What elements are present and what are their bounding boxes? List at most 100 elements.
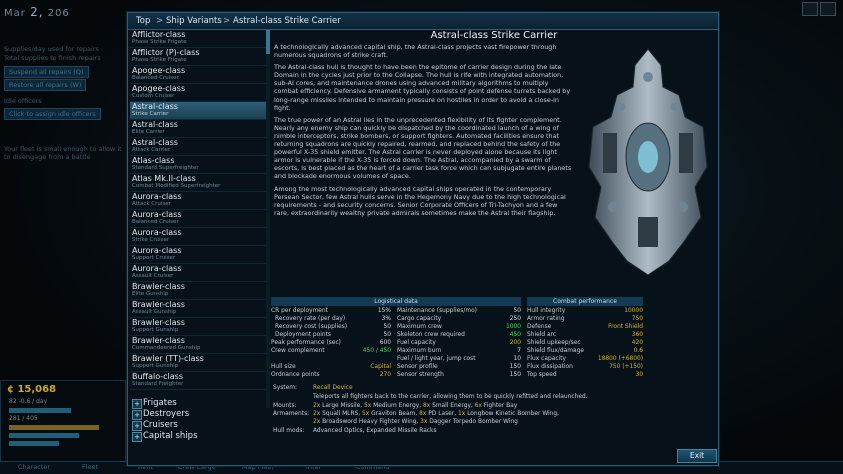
tab-fleet[interactable]: Fleet [82, 463, 98, 471]
list-item[interactable]: Brawler (TT)-class Support Gunship [130, 354, 266, 372]
date-day: 2, [30, 5, 44, 19]
scrollbar-thumb[interactable] [266, 30, 270, 54]
expand-icon[interactable]: + [132, 399, 142, 409]
ship-name: Aurora-class [132, 192, 182, 201]
stat-row: Shield arc 360 [527, 331, 643, 339]
stat-value: 250 [509, 316, 521, 322]
list-item[interactable]: Afflictor-class Phase Strike Frigate [130, 30, 266, 48]
breadcrumb-top[interactable]: Top [136, 13, 150, 29]
stat-value: 420 [631, 340, 643, 346]
list-item[interactable]: Brawler-class Assault Gunship [130, 300, 266, 318]
suspend-repairs-button[interactable]: Suspend all repairs (Q) [4, 66, 89, 78]
weapon-name: Dagger Torpedo Bomber Wing [429, 419, 518, 425]
crew-readout: 281 / 405 [9, 415, 38, 422]
top-close-icon[interactable] [820, 2, 836, 16]
list-item[interactable]: Buffalo-class Standard Freighter [130, 372, 266, 390]
ship-name: Aurora-class [132, 228, 182, 237]
list-item[interactable]: Brawler-class Commandeered Gunship [130, 336, 266, 354]
tab-character[interactable]: Character [18, 463, 50, 471]
list-item[interactable]: Aurora-class Assault Cruiser [130, 264, 266, 282]
stat-row: Fuel / light year, jump cost 10 [397, 355, 521, 363]
stat-key: Deployment points [275, 332, 331, 338]
ship-variant-desc: Elite Carrier [132, 129, 165, 135]
breadcrumb-ship-variants[interactable]: Ship Variants [166, 13, 222, 29]
stat-value: 150 [509, 364, 521, 370]
list-item[interactable]: Brawler-class Elite Gunship [130, 282, 266, 300]
mount-count: 2x [313, 403, 321, 409]
stat-row: Ordnance points 270 [271, 371, 391, 379]
ship-variant-desc: Strike Cruiser [132, 237, 170, 243]
list-item[interactable]: Apogee-class Custom Cruiser [130, 84, 266, 102]
description-paragraph: Among the most technologically advanced … [274, 184, 566, 217]
stat-row: Cargo capacity 250 [397, 315, 521, 323]
list-item[interactable]: Apogee-class Balanced Cruiser [130, 66, 266, 84]
assign-officers-button[interactable]: Click to assign idle officers [4, 108, 101, 120]
stat-key: Maximum crew [397, 324, 442, 330]
ship-variant-desc: Support Cruiser [132, 255, 176, 261]
list-item[interactable]: Aurora-class Strike Cruiser [130, 228, 266, 246]
stat-key: Peak performance (sec) [271, 340, 341, 346]
armaments-list: 2x Broadsword Heavy Fighter Wing, 3x Dag… [313, 419, 518, 426]
top-menu-icon[interactable] [802, 2, 818, 16]
ship-variant-list[interactable]: Afflictor-class Phase Strike Frigate Affl… [130, 30, 266, 408]
fuel-rate: -0.6 / day [18, 398, 48, 405]
stat-row: Sensor strength 150 [397, 371, 521, 379]
list-item[interactable]: Afflictor (P)-class Phase Strike Frigate [130, 48, 266, 66]
list-item[interactable]: Aurora-class Attack Cruiser [130, 192, 266, 210]
list-item[interactable]: Astral-class Attack Carrier [130, 138, 266, 156]
stat-value: 50 [383, 324, 392, 330]
codex-dialog: Top > Ship Variants > Astral-class Strik… [127, 12, 719, 466]
list-item[interactable]: Aurora-class Balanced Cruiser [130, 210, 266, 228]
stat-key: Maintenance (supplies/mo) [397, 308, 477, 314]
stat-row: Maintenance (supplies/mo) 50 [397, 307, 521, 315]
mount-type: Small Energy, [432, 403, 473, 409]
ship-name: Atlas-class [132, 156, 175, 165]
category-destroyers[interactable]: + Destroyers [132, 409, 266, 420]
supplies-bar [9, 408, 71, 413]
ship-variant-desc: Combat Modified Superfreighter [132, 183, 221, 189]
system-name: Recall Device [313, 385, 353, 391]
stat-value: 0.6 [633, 348, 643, 354]
ship-variant-desc: Support Gunship [132, 363, 179, 369]
fuel-value: 82 [9, 398, 17, 405]
restore-repairs-button[interactable]: Restore all repairs (W) [4, 79, 87, 91]
stat-key: Shield upkeep/sec [527, 340, 581, 346]
stat-value: 600 [379, 340, 391, 346]
date-year: 206 [47, 8, 70, 19]
credits-value: 15,068 [17, 384, 57, 395]
stat-row: Shield flux/damage 0.6 [527, 347, 643, 355]
hullmods-label: Hull mods: [273, 428, 305, 434]
list-item[interactable]: Atlas Mk.II-class Combat Modified Superfr… [130, 174, 266, 192]
expand-icon[interactable]: + [132, 432, 142, 442]
stat-key: Recovery cost (supplies) [275, 324, 348, 330]
list-item[interactable]: Atlas-class Standard Superfreighter [130, 156, 266, 174]
ship-name: Afflictor-class [132, 30, 186, 39]
description-paragraph: The Astral-class hull is thought to have… [274, 63, 571, 112]
weapon-count: 8x [419, 411, 427, 417]
list-item[interactable]: Astral-class Elite Carrier [130, 120, 266, 138]
ship-description: A technologically advanced capital ship,… [274, 43, 574, 221]
stat-row: Skeleton crew required 450 [397, 331, 521, 339]
background-repair-panel: Supplies/day used for repairs Total supp… [0, 40, 124, 185]
expand-icon[interactable]: + [132, 410, 142, 420]
exit-button[interactable]: Exit [677, 449, 717, 463]
weapon-name: Graviton Beam, [371, 411, 418, 417]
armaments-list: 2x Squall MLRS, 5x Graviton Beam, 8x PD … [313, 411, 559, 418]
expand-icon[interactable]: + [132, 421, 142, 431]
ship-variant-desc: Attack Carrier [132, 147, 171, 153]
category-frigates[interactable]: + Frigates [132, 398, 266, 409]
list-item-selected[interactable]: Astral-class Strike Carrier [130, 102, 266, 120]
category-capital-ships[interactable]: + Capital ships [132, 431, 266, 442]
cargo-bar [9, 433, 79, 438]
ship-list-scrollbar[interactable] [266, 30, 270, 408]
credits-icon: ¢ [7, 384, 18, 395]
campaign-date: Mar 2, 206 [4, 5, 70, 19]
ship-variant-desc: Phase Strike Frigate [132, 39, 187, 45]
category-cruisers[interactable]: + Cruisers [132, 420, 266, 431]
stat-key: Armor rating [527, 316, 565, 322]
list-item[interactable]: Aurora-class Support Cruiser [130, 246, 266, 264]
mount-type: Large Missile, [322, 403, 363, 409]
stat-value: Front Shield [608, 324, 643, 330]
ship-variant-desc: Attack Cruiser [132, 201, 171, 207]
list-item[interactable]: Brawler-class Support Gunship [130, 318, 266, 336]
